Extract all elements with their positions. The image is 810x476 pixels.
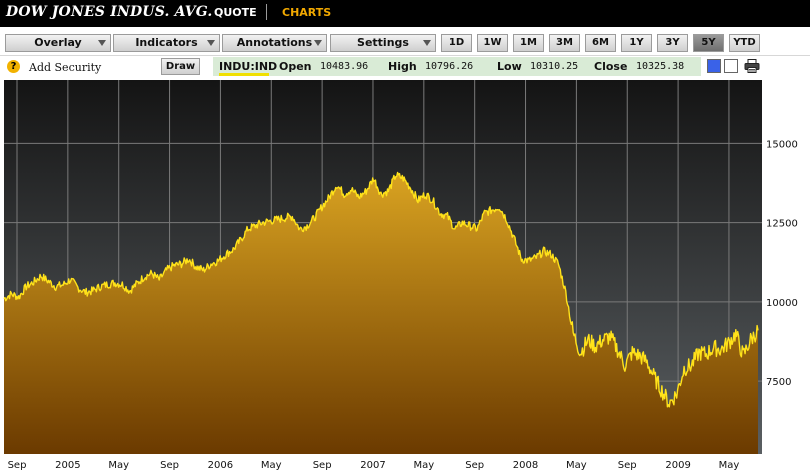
x-tick-label: 2007 — [360, 460, 385, 471]
x-tick-label: May — [719, 460, 740, 471]
draw-button[interactable]: Draw — [161, 58, 200, 75]
tab-charts[interactable]: CHARTS — [282, 6, 331, 19]
chart-svg: 7500 10000 12500 15000 Sep 2005 May Sep 2006 May… — [3, 80, 798, 471]
annotations-dropdown-label: Annotations — [236, 36, 313, 49]
annotations-dropdown[interactable]: Annotations — [222, 34, 327, 52]
close-label: Close — [594, 60, 628, 73]
y-tick-label-10000: 10000 — [766, 298, 798, 309]
range-3y-button[interactable]: 3Y — [657, 34, 688, 52]
x-tick-label: May — [413, 460, 434, 471]
range-6m-button[interactable]: 6M — [585, 34, 616, 52]
page-title: DOW JONES INDUS. AVG. — [6, 4, 213, 20]
indicators-dropdown[interactable]: Indicators — [113, 34, 220, 52]
quote-bar: INDU:IND Open 10483.96 High 10796.26 Low… — [213, 57, 701, 76]
range-ytd-button[interactable]: YTD — [729, 34, 760, 52]
x-tick-label: May — [566, 460, 587, 471]
white-color-swatch-icon[interactable] — [724, 59, 738, 73]
high-label: High — [388, 60, 417, 73]
overlay-dropdown[interactable]: Overlay — [5, 34, 111, 52]
open-label: Open — [279, 60, 312, 73]
y-tick-label-12500: 12500 — [766, 219, 798, 230]
range-1y-button[interactable]: 1Y — [621, 34, 652, 52]
high-value: 10796.26 — [425, 61, 474, 72]
chevron-down-icon — [423, 40, 431, 46]
tab-divider — [266, 4, 267, 20]
low-label: Low — [497, 60, 522, 73]
close-value: 10325.38 — [636, 61, 685, 72]
settings-dropdown[interactable]: Settings — [330, 34, 436, 52]
indicators-dropdown-label: Indicators — [135, 36, 198, 49]
chevron-down-icon — [98, 40, 106, 46]
overlay-dropdown-label: Overlay — [34, 36, 82, 49]
x-tick-label: May — [261, 460, 282, 471]
range-1d-button[interactable]: 1D — [441, 34, 472, 52]
x-tick-label: May — [108, 460, 129, 471]
x-tick-label: Sep — [618, 460, 637, 471]
x-tick-label: 2009 — [665, 460, 690, 471]
range-5y-button[interactable]: 5Y — [693, 34, 724, 52]
x-tick-label: 2008 — [513, 460, 538, 471]
x-tick-label: Sep — [160, 460, 179, 471]
y-tick-label-15000: 15000 — [766, 139, 798, 150]
blue-color-swatch-icon[interactable] — [707, 59, 721, 73]
range-1w-button[interactable]: 1W — [477, 34, 508, 52]
symbol-color-line — [219, 73, 269, 76]
y-axis-labels: 7500 10000 12500 15000 — [766, 139, 798, 388]
low-value: 10310.25 — [530, 61, 579, 72]
chevron-down-icon — [207, 40, 215, 46]
price-chart: 7500 10000 12500 15000 Sep 2005 May Sep 2006 May… — [0, 78, 810, 476]
tab-quote[interactable]: QUOTE — [214, 6, 257, 19]
y-tick-label-7500: 7500 — [766, 377, 791, 388]
chevron-down-icon — [314, 40, 322, 46]
x-axis-labels: Sep 2005 May Sep 2006 May Sep 2007 May Sep 2008 May… — [8, 460, 740, 471]
open-value: 10483.96 — [320, 61, 369, 72]
add-security-link[interactable]: Add Security — [29, 61, 101, 74]
help-icon[interactable]: ? — [7, 60, 20, 73]
x-tick-label: Sep — [313, 460, 332, 471]
info-row: ? Add Security Draw INDU:IND Open 10483.… — [0, 56, 810, 78]
range-3m-button[interactable]: 3M — [549, 34, 580, 52]
range-1m-button[interactable]: 1M — [513, 34, 544, 52]
header-bar: DOW JONES INDUS. AVG. QUOTE CHARTS — [0, 0, 810, 27]
symbol-label: INDU:IND — [219, 60, 278, 73]
settings-dropdown-label: Settings — [357, 36, 409, 49]
x-tick-label: Sep — [465, 460, 484, 471]
x-tick-label: Sep — [8, 460, 27, 471]
x-tick-label: 2006 — [208, 460, 233, 471]
printer-icon[interactable] — [744, 59, 760, 73]
x-tick-label: 2005 — [55, 460, 80, 471]
chart-toolbar: Overlay Indicators Annotations Settings … — [0, 27, 810, 56]
